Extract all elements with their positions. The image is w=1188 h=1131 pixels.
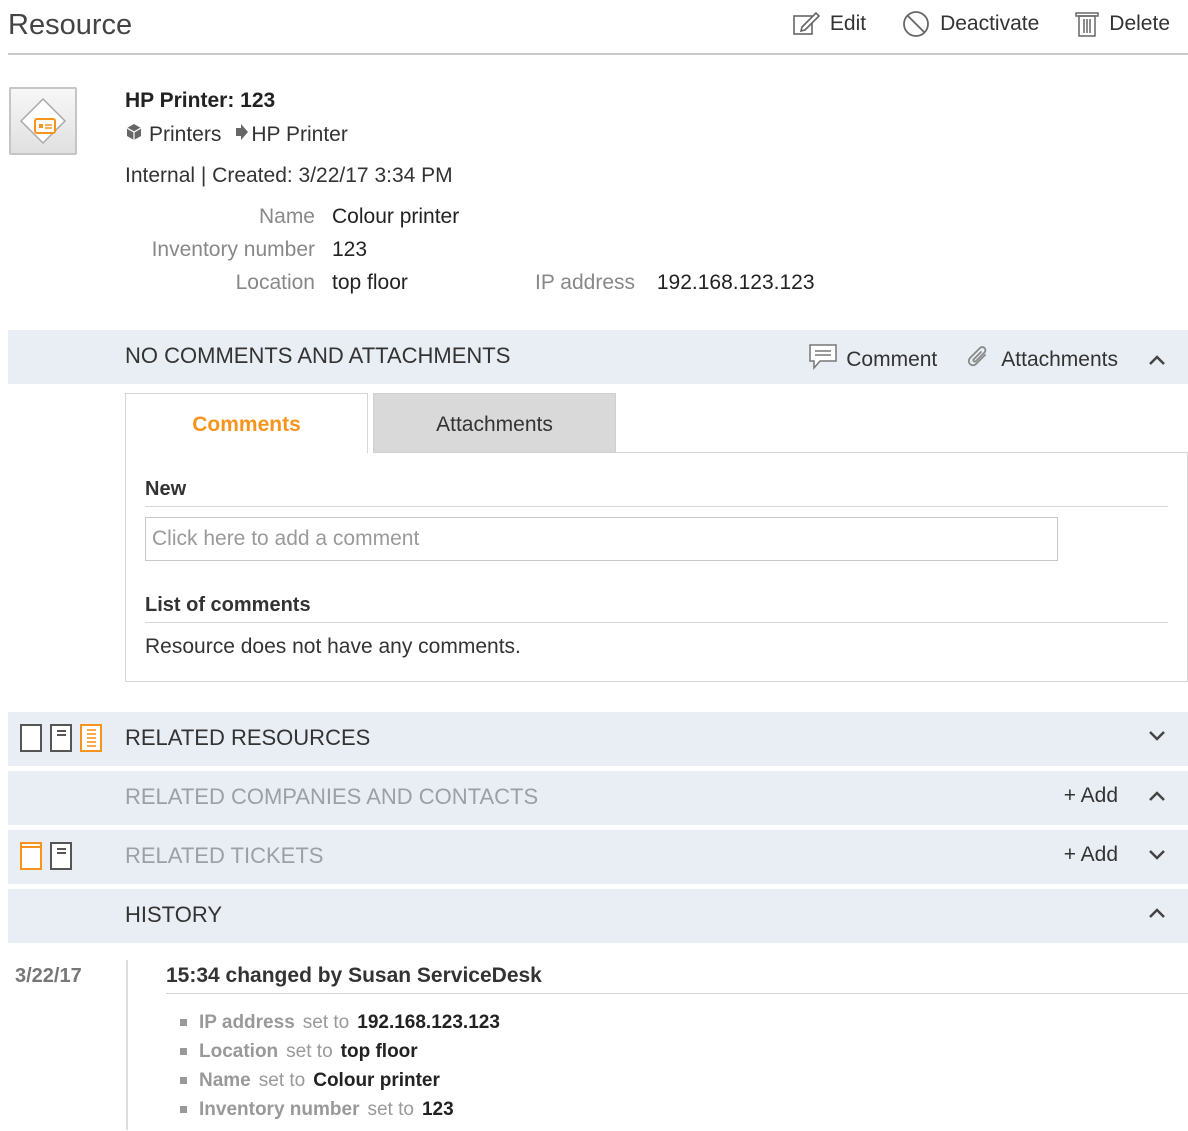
timeline-line <box>126 960 128 1130</box>
comments-section-title: NO COMMENTS AND ATTACHMENTS <box>125 343 511 368</box>
change-field: Inventory number <box>199 1098 360 1120</box>
comment-button[interactable]: Comment <box>808 343 937 377</box>
list-item: Name set to Colour printer <box>180 1066 500 1095</box>
deactivate-button[interactable]: Deactivate <box>902 10 1039 38</box>
change-verb: set to <box>258 1069 306 1091</box>
change-value: 192.168.123.123 <box>357 1011 500 1033</box>
layout-list-icon[interactable] <box>50 842 72 870</box>
change-verb: set to <box>286 1040 333 1062</box>
paperclip-icon <box>965 343 993 377</box>
bullet-icon <box>180 1019 187 1026</box>
change-verb: set to <box>367 1098 414 1120</box>
history-title: HISTORY <box>125 902 222 927</box>
resource-meta: Internal | Created: 3/22/17 3:34 PM <box>125 164 453 187</box>
layout-empty-icon[interactable] <box>20 724 42 752</box>
inventory-value: 123 <box>332 238 368 261</box>
layout-empty-icon[interactable] <box>20 842 42 870</box>
bullet-icon <box>180 1106 187 1113</box>
change-value: top floor <box>340 1040 418 1062</box>
comment-input[interactable] <box>145 517 1058 561</box>
history-entry-heading: 15:34 changed by Susan ServiceDesk <box>166 964 542 987</box>
list-item: Inventory number set to 123 <box>180 1095 500 1124</box>
history-date: 3/22/17 <box>15 965 82 987</box>
add-contact-button[interactable]: + Add <box>1064 784 1118 808</box>
name-label: Name <box>258 205 315 228</box>
header-actions: Edit Deactivate Delete <box>792 10 1170 38</box>
related-companies-title: RELATED COMPANIES AND CONTACTS <box>125 784 539 809</box>
related-resources-title: RELATED RESOURCES <box>125 725 371 750</box>
comment-label: Comment <box>846 348 938 371</box>
change-field: Name <box>199 1069 251 1091</box>
change-field: IP address <box>199 1011 295 1033</box>
layout-detail-icon[interactable] <box>80 724 102 752</box>
history-changes: IP address set to 192.168.123.123 Location… <box>180 1008 500 1124</box>
arrow-right-icon <box>235 123 249 147</box>
edit-button[interactable]: Edit <box>792 10 866 38</box>
comment-icon <box>808 343 838 377</box>
change-verb: set to <box>302 1011 350 1033</box>
location-label: Location <box>235 271 315 294</box>
empty-comments-text: Resource does not have any comments. <box>145 635 521 658</box>
location-value: top floor <box>332 271 408 294</box>
edit-icon <box>792 11 820 37</box>
divider <box>166 993 1188 994</box>
delete-button[interactable]: Delete <box>1075 10 1170 38</box>
change-field: Location <box>199 1040 279 1062</box>
related-resources-bar[interactable]: RELATED RESOURCES <box>8 712 1188 766</box>
change-value: 123 <box>421 1098 454 1120</box>
bullet-icon <box>180 1077 187 1084</box>
tab-comments[interactable]: Comments <box>125 393 368 453</box>
page-title: Resource <box>8 9 133 41</box>
tab-attachments[interactable]: Attachments <box>373 393 616 453</box>
attachments-button[interactable]: Attachments <box>965 343 1118 377</box>
attachments-label: Attachments <box>1001 348 1118 371</box>
type-link[interactable]: HP Printer <box>251 123 347 147</box>
comments-section-bar[interactable]: NO COMMENTS AND ATTACHMENTS Comment Atta… <box>8 330 1188 384</box>
block-icon <box>902 10 930 38</box>
chevron-up-icon[interactable] <box>1146 785 1168 807</box>
bullet-icon <box>180 1048 187 1055</box>
list-item: IP address set to 192.168.123.123 <box>180 1008 500 1037</box>
related-tickets-bar[interactable]: RELATED TICKETS + Add <box>8 830 1188 884</box>
related-companies-bar[interactable]: RELATED COMPANIES AND CONTACTS + Add <box>8 771 1188 825</box>
add-ticket-button[interactable]: + Add <box>1064 843 1118 867</box>
edit-label: Edit <box>829 12 867 35</box>
inventory-label: Inventory number <box>151 238 315 261</box>
divider <box>145 622 1168 623</box>
chevron-up-icon[interactable] <box>1146 349 1168 371</box>
chevron-down-icon[interactable] <box>1146 844 1168 866</box>
name-value: Colour printer <box>332 205 460 228</box>
deactivate-label: Deactivate <box>940 12 1040 35</box>
new-comment-heading: New <box>145 478 187 500</box>
related-tickets-title: RELATED TICKETS <box>125 843 324 868</box>
delete-label: Delete <box>1109 12 1170 35</box>
list-item: Location set to top floor <box>180 1037 500 1066</box>
chevron-up-icon[interactable] <box>1146 902 1168 924</box>
cube-icon <box>125 123 143 147</box>
change-value: Colour printer <box>313 1069 440 1091</box>
resource-name: HP Printer: 123 <box>125 89 276 112</box>
divider <box>145 506 1168 507</box>
category-link[interactable]: Printers <box>149 123 221 147</box>
trash-icon <box>1075 10 1100 38</box>
ip-value: 192.168.123.123 <box>656 271 815 294</box>
ip-label: IP address <box>535 271 636 294</box>
resource-printer-icon <box>9 87 77 155</box>
page-header: Resource Edit Deactivate Delete <box>8 0 1188 55</box>
history-bar[interactable]: HISTORY <box>8 889 1188 943</box>
chevron-down-icon[interactable] <box>1146 725 1168 747</box>
layout-list-icon[interactable] <box>50 724 72 752</box>
resource-path: Printers HP Printer <box>125 123 348 147</box>
comments-list-heading: List of comments <box>145 594 311 616</box>
